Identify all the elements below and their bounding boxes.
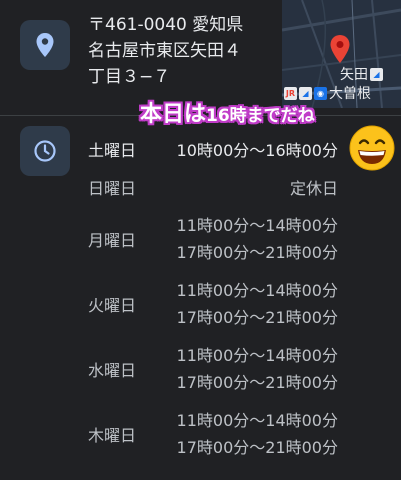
annotation-sticker-text: 本日は16時までだね	[140, 96, 315, 128]
day-label: 火曜日	[88, 296, 137, 315]
address-line-1: 〒461-0040 愛知県	[88, 15, 244, 35]
time-value: 11時00分〜14時00分	[176, 411, 338, 430]
transit-icon: ◢	[370, 67, 383, 81]
time-value: 17時00分〜21時00分	[176, 373, 338, 392]
time-value: 11時00分〜14時00分	[176, 216, 338, 235]
sticker-small-text: 16時までだね	[206, 106, 315, 126]
time-value: 10時00分〜16時00分	[176, 141, 338, 160]
day-label: 土曜日	[88, 141, 137, 160]
day-label: 月曜日	[88, 231, 137, 250]
address-line-3: 丁目３−７	[88, 67, 171, 87]
day-label: 水曜日	[88, 361, 137, 380]
day-label: 日曜日	[88, 179, 137, 198]
time-value: 17時00分〜21時00分	[176, 438, 338, 457]
sticker-big-text: 本日は	[140, 102, 207, 127]
time-value: 17時00分〜21時00分	[176, 243, 338, 262]
map-marker-icon	[330, 35, 350, 63]
time-value: 11時00分〜14時00分	[176, 281, 338, 300]
time-value: 11時00分〜14時00分	[176, 346, 338, 365]
location-pin-icon	[20, 20, 70, 70]
map-station-label: 矢田 ◢	[340, 64, 383, 84]
time-value: 17時00分〜21時00分	[176, 308, 338, 327]
time-value: 定休日	[289, 179, 338, 198]
map-thumbnail[interactable]: 矢田 ◢ JR ◢ ◉ 大曽根	[282, 0, 401, 108]
subway-icon: ◉	[314, 86, 327, 100]
address-text[interactable]: 〒461-0040 愛知県 名古屋市東区矢田４ 丁目３−７	[88, 12, 278, 90]
address-line-2: 名古屋市東区矢田４	[88, 41, 241, 61]
day-label: 木曜日	[88, 426, 137, 445]
clock-icon	[20, 126, 70, 176]
grinning-face-icon	[349, 125, 395, 171]
